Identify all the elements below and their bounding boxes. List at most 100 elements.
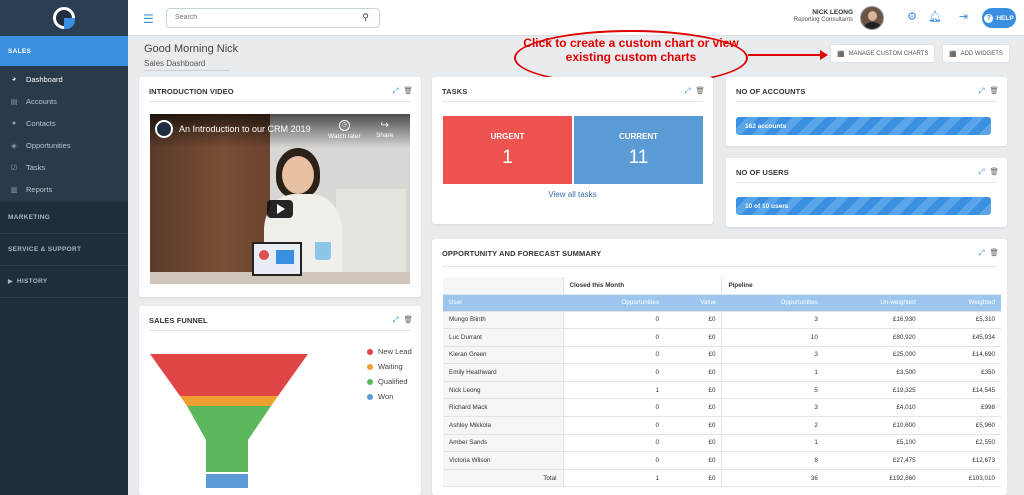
table-row[interactable]: Nick Leong 1 £0 5 £19,325 £14,545 [443, 381, 1001, 400]
logout-icon[interactable]: ⇥ [959, 10, 968, 23]
crm-logo[interactable] [53, 7, 75, 29]
user-role: Reporting Consultants [793, 17, 853, 23]
table-cell: £0 [664, 311, 722, 330]
add-widgets-button[interactable]: ▦ ADD WIDGETS [942, 44, 1010, 63]
urgent-count: 1 [502, 147, 513, 168]
sidebar-item-label: Opportunities [26, 140, 71, 150]
table-row[interactable]: Richard Mack 0 £0 3 £4,010 £998 [443, 398, 1001, 418]
watch-later-button[interactable]: ◷ Watch later [328, 120, 361, 140]
expand-icon[interactable]: ⤢ [392, 315, 398, 325]
help-button[interactable]: ? HELP [982, 8, 1016, 28]
video-title[interactable]: An Introduction to our CRM 2019 [179, 124, 311, 134]
expand-icon[interactable]: ⤢ [684, 86, 690, 96]
current-tasks-tile[interactable]: CURRENT 11 [574, 116, 703, 184]
sidebar-section-sales[interactable]: SALES [0, 36, 128, 66]
column-header[interactable]: Weighted [921, 294, 1001, 312]
expand-icon[interactable]: ⤢ [978, 86, 984, 96]
table-cell: 0 [562, 363, 665, 382]
opportunity-card: OPPORTUNITY AND FORECAST SUMMARY ⤢ 🗑︎ Cl… [432, 239, 1007, 495]
channel-logo[interactable] [155, 120, 173, 138]
divider [736, 182, 997, 183]
column-header[interactable]: User [443, 294, 563, 312]
table-cell: £192,860 [823, 469, 922, 488]
divider [149, 101, 411, 102]
expand-icon[interactable]: ⤢ [978, 248, 984, 258]
building-icon: ▤ [10, 98, 18, 106]
settings-gear-icon[interactable]: ⚙ [907, 10, 917, 23]
share-icon: ↪ [380, 120, 389, 131]
callout-arrow [748, 50, 828, 60]
sidebar-section-history[interactable]: ▶ HISTORY [0, 266, 128, 298]
video-scene-laptop [252, 242, 302, 276]
table-row[interactable]: Luc Durrant 0 £0 10 £80,920 £45,934 [443, 328, 1001, 347]
funnel-segment-waiting[interactable] [180, 396, 278, 406]
search-icon[interactable]: ⚲ [362, 12, 369, 23]
trash-icon[interactable]: 🗑︎ [989, 248, 999, 258]
table-row[interactable]: Victoria Wilson 0 £0 8 £27,475 £12,673 [443, 451, 1001, 470]
trash-icon[interactable]: 🗑︎ [989, 86, 999, 96]
avatar[interactable] [860, 6, 884, 30]
legend-item[interactable]: Qualified [367, 374, 412, 389]
card-actions: ⤢ 🗑︎ [684, 86, 705, 96]
column-header[interactable]: Un-weighted [823, 294, 922, 312]
trash-icon[interactable]: 🗑︎ [989, 167, 999, 177]
table-cell: £5,960 [921, 416, 1001, 435]
view-all-tasks-link[interactable]: View all tasks [432, 190, 713, 199]
table-cell: 3 [721, 311, 824, 330]
table-group-row: Closed this Month Pipeline [443, 277, 1001, 295]
column-header[interactable]: Opportunities [721, 294, 824, 312]
sidebar-section-marketing[interactable]: MARKETING [0, 202, 128, 234]
hamburger-menu-icon[interactable]: ☰ [143, 12, 154, 26]
table-row[interactable]: Kieran Green 0 £0 3 £25,000 £14,690 [443, 346, 1001, 365]
sidebar-section-service[interactable]: SERVICE & SUPPORT [0, 234, 128, 266]
user-cell: Kieran Green [443, 346, 563, 365]
funnel-segment-new-lead[interactable] [150, 354, 308, 396]
table-row[interactable]: Amber Sands 0 £0 1 £5,100 £2,550 [443, 434, 1001, 453]
legend-item[interactable]: Won [367, 389, 412, 404]
table-row[interactable]: Mungo Blinth 0 £0 3 £16,930 £5,310 [443, 311, 1001, 330]
play-button[interactable] [267, 200, 293, 218]
sidebar-item-dashboard[interactable]: ◕ Dashboard [0, 68, 128, 90]
manage-charts-label: MANAGE CUSTOM CHARTS [848, 50, 929, 57]
sidebar-item-reports[interactable]: ▥ Reports [0, 178, 128, 200]
table-cell: £998 [921, 398, 1001, 418]
table-row[interactable]: Emily Heathward 0 £0 1 £3,500 £350 [443, 363, 1001, 382]
funnel-segment-won[interactable] [206, 474, 248, 488]
legend-item[interactable]: New Lead [367, 344, 412, 359]
users-progress-bar[interactable]: 10 of 10 users [736, 197, 991, 215]
trash-icon[interactable]: 🗑︎ [695, 86, 705, 96]
column-header[interactable]: Opportunities [563, 294, 665, 312]
urgent-label: URGENT [490, 132, 525, 141]
charts-icon: ▦ [837, 49, 845, 58]
trash-icon[interactable]: 🗑︎ [403, 86, 413, 96]
user-cell: Nick Leong [443, 381, 563, 400]
accounts-progress-bar[interactable]: 162 accounts [736, 117, 991, 135]
search-box: ⚲ [166, 8, 380, 28]
share-button[interactable]: ↪ Share [376, 120, 393, 139]
sidebar-item-tasks[interactable]: ☑ Tasks [0, 156, 128, 178]
notifications-bell-icon[interactable]: 🔔︎ [928, 10, 942, 23]
table-cell: £0 [664, 434, 722, 453]
divider [149, 330, 411, 331]
money-icon: ◈ [11, 142, 17, 150]
manage-custom-charts-button[interactable]: ▦ MANAGE CUSTOM CHARTS [830, 44, 936, 63]
clock-icon: ◷ [338, 120, 350, 131]
expand-icon[interactable]: ⤢ [978, 167, 984, 177]
legend-label: New Lead [378, 347, 412, 356]
column-header[interactable]: Value [664, 294, 722, 312]
trash-icon[interactable]: 🗑︎ [403, 315, 413, 325]
user-info[interactable]: NICK LEONG Reporting Consultants [794, 9, 853, 23]
sidebar-item-label: Contacts [26, 118, 56, 128]
search-input[interactable] [175, 14, 345, 21]
legend-item[interactable]: Waiting [367, 359, 412, 374]
expand-icon[interactable]: ⤢ [392, 86, 398, 96]
sidebar-item-label: Dashboard [26, 74, 63, 84]
table-row[interactable]: Ashley Mikkola 0 £0 2 £10,600 £5,960 [443, 416, 1001, 435]
video-player[interactable]: An Introduction to our CRM 2019 ◷ Watch … [150, 114, 410, 284]
sidebar-item-opportunities[interactable]: ◈ Opportunities [0, 134, 128, 156]
sidebar-item-accounts[interactable]: ▤ Accounts [0, 90, 128, 112]
tasks-icon: ☑ [10, 164, 18, 172]
sidebar-item-contacts[interactable]: ● Contacts [0, 112, 128, 134]
urgent-tasks-tile[interactable]: URGENT 1 [443, 116, 572, 184]
funnel-segment-qualified[interactable] [187, 406, 271, 472]
